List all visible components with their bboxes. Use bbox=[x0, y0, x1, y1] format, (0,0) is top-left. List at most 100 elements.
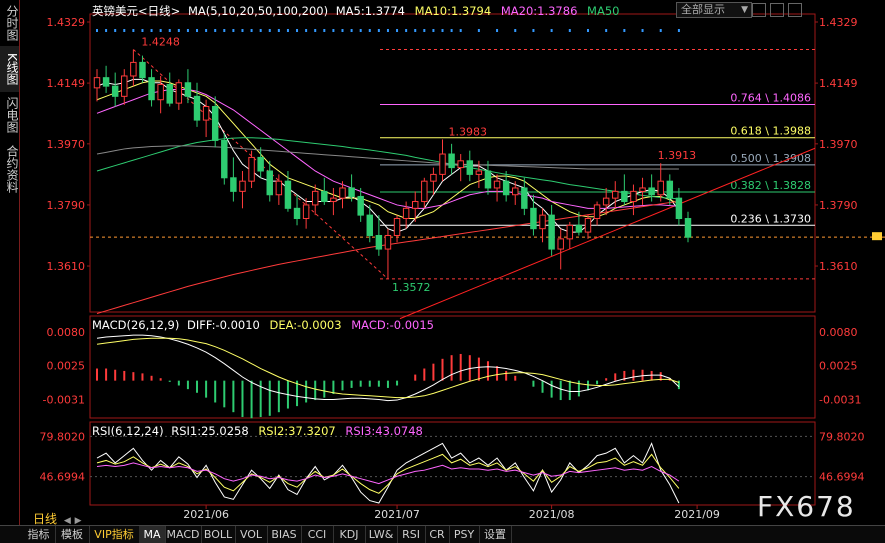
tab-0[interactable]: 指标 bbox=[22, 526, 56, 543]
candle-body bbox=[648, 187, 655, 196]
y-tick-label-left: 1.4329 bbox=[47, 16, 86, 29]
signal-dot bbox=[159, 29, 162, 32]
rsi2-value: RSI2:37.3207 bbox=[258, 424, 336, 438]
tab-vol6[interactable]: VOL bbox=[235, 526, 268, 543]
macd-header: MACD(26,12,9) DIFF:-0.0010 DEA:-0.0003 M… bbox=[92, 318, 434, 332]
signal-dot bbox=[150, 29, 153, 32]
ma-line-ma10 bbox=[96, 80, 680, 220]
tab-vip2[interactable]: VIP指标 bbox=[89, 526, 140, 543]
signal-dot bbox=[296, 29, 299, 32]
signal-dot bbox=[641, 29, 644, 32]
tab-kdj9[interactable]: KDJ bbox=[333, 526, 366, 543]
window-maximize-icon[interactable] bbox=[788, 3, 802, 17]
candle-body bbox=[639, 187, 646, 192]
candle-body bbox=[93, 77, 101, 89]
y-tick-label-left: 1.3610 bbox=[47, 260, 86, 273]
candle-body bbox=[275, 180, 283, 196]
x-tick-label: 2021/09 bbox=[674, 508, 720, 521]
candle-body bbox=[502, 180, 510, 196]
macd-params-label: MACD(26,12,9) bbox=[92, 318, 180, 332]
tab-lw10[interactable]: LW& bbox=[365, 526, 398, 543]
fib-label: 0.764 \ 1.4086 bbox=[730, 91, 811, 104]
candle-body bbox=[666, 180, 674, 199]
candle-body bbox=[375, 234, 383, 250]
candle-body bbox=[584, 218, 592, 233]
candle-body bbox=[175, 82, 183, 104]
signal-dot bbox=[277, 29, 280, 32]
candle-body bbox=[148, 77, 155, 101]
ma-line-ma5 bbox=[96, 78, 680, 233]
annotation-low: 1.3572 bbox=[392, 281, 431, 294]
window-tile-icon-2[interactable] bbox=[770, 3, 784, 17]
signal-dot bbox=[386, 29, 389, 32]
signal-dot bbox=[105, 29, 108, 32]
chart-window: 分时图 K线图 闪电图 合约资料 1.4329 1.4329 1.4149 1.414… bbox=[0, 0, 885, 543]
tab-boll5[interactable]: BOLL bbox=[201, 526, 236, 543]
signal-dot bbox=[605, 29, 608, 32]
candle-body bbox=[575, 224, 583, 233]
candle-body bbox=[493, 180, 501, 189]
rsi-y-tick-right: 79.8020 bbox=[819, 430, 865, 443]
signal-dot bbox=[114, 29, 117, 32]
tab-cci8[interactable]: CCI bbox=[301, 526, 334, 543]
signal-dot bbox=[550, 29, 553, 32]
tab-cr12[interactable]: CR bbox=[425, 526, 450, 543]
ma-params-label: MA(5,10,20,50,100,200) bbox=[187, 4, 329, 18]
macd-y-tick-right: 0.0080 bbox=[819, 326, 858, 339]
tab-macd4[interactable]: MACD bbox=[165, 526, 202, 543]
fib-label: 0.236 \ 1.3730 bbox=[730, 212, 811, 225]
y-tick-label-right: 1.3790 bbox=[819, 199, 858, 212]
ma-line-ma50 bbox=[96, 137, 679, 200]
signal-dot bbox=[350, 29, 353, 32]
candle-body bbox=[402, 207, 410, 220]
signal-dot bbox=[396, 29, 399, 32]
window-tile-icon[interactable] bbox=[752, 3, 766, 17]
signal-dot bbox=[241, 29, 244, 32]
candle-body bbox=[257, 156, 264, 172]
x-tick-label: 2021/08 bbox=[529, 508, 575, 521]
bottom-indicator-tabs: 指标 模板 VIP指标 MA MACD BOLL VOL BIAS CCI KDJ LW& RSI CR… bbox=[0, 525, 885, 543]
candle-body bbox=[412, 201, 419, 209]
candle-body bbox=[512, 187, 519, 196]
tab-bias7[interactable]: BIAS bbox=[267, 526, 302, 543]
signal-dot bbox=[414, 29, 417, 32]
signal-dot bbox=[368, 29, 371, 32]
candle-body bbox=[548, 214, 555, 250]
signal-dot bbox=[259, 29, 262, 32]
candle-body bbox=[330, 197, 337, 203]
annotation-high: 1.4248 bbox=[141, 35, 180, 48]
candle-body bbox=[230, 177, 237, 192]
macd-y-tick-right: 0.0025 bbox=[819, 359, 858, 372]
tab-psy13[interactable]: PSY bbox=[449, 526, 480, 543]
candle-body bbox=[484, 170, 492, 189]
price-marker-icon bbox=[872, 232, 882, 241]
ma20-value: MA20:1.3786 bbox=[500, 4, 578, 18]
candle-body bbox=[457, 160, 464, 169]
signal-dot bbox=[586, 29, 589, 32]
signal-dot bbox=[168, 29, 171, 32]
macd-diff-value: DIFF:-0.0010 bbox=[187, 318, 260, 332]
signal-dot bbox=[341, 29, 344, 32]
candle-body bbox=[193, 95, 201, 121]
tab-1[interactable]: 模板 bbox=[55, 526, 90, 543]
y-tick-label-left: 1.4149 bbox=[47, 77, 86, 90]
y-tick-label-left: 1.3970 bbox=[47, 138, 86, 151]
y-tick-label-right: 1.3970 bbox=[819, 138, 858, 151]
annotation-swing_high: 1.3983 bbox=[449, 125, 488, 138]
x-tick-label: 2021/06 bbox=[183, 508, 229, 521]
ma-line-ma20 bbox=[96, 89, 679, 209]
rsi-line-rsi1 bbox=[96, 442, 680, 504]
main-header: 英镑美元<日线> MA(5,10,20,50,100,200) MA5:1.37… bbox=[92, 3, 619, 19]
signal-dot bbox=[423, 29, 426, 32]
candle-body bbox=[466, 160, 474, 175]
signal-dot bbox=[132, 29, 135, 32]
y-tick-label-right: 1.4149 bbox=[819, 77, 858, 90]
tab-rsi11[interactable]: RSI bbox=[397, 526, 426, 543]
tab-14[interactable]: 设置 bbox=[479, 526, 512, 543]
signal-dot bbox=[286, 29, 289, 32]
candle-body bbox=[302, 204, 310, 220]
candle-body bbox=[539, 214, 546, 230]
tab-ma3[interactable]: MA bbox=[139, 526, 166, 543]
display-dropdown[interactable]: 全部显示 ▼ bbox=[676, 2, 752, 18]
candle-body bbox=[521, 187, 528, 209]
